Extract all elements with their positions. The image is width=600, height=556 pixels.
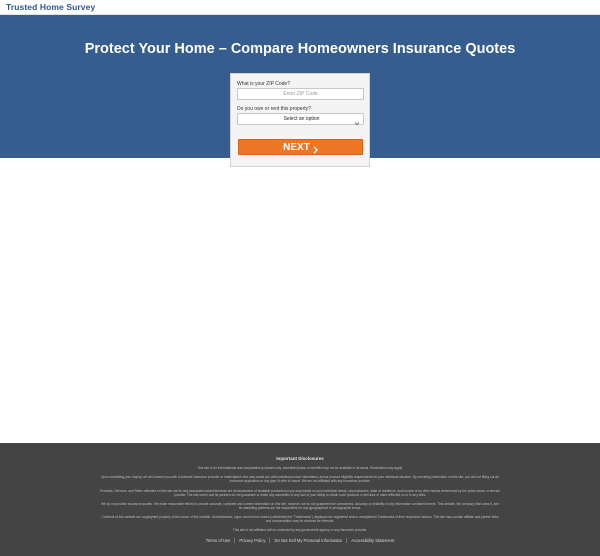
own-or-rent-label: Do you own or rent this property? [237,106,311,112]
zip-code-label: What is your ZIP Code? [237,81,290,87]
chevron-right-icon [313,144,318,159]
footer-links: Terms of Use Privacy Policy Do Not Sell My… [0,538,600,544]
next-button-label: NEXT [283,142,310,153]
chevron-down-icon [354,115,360,126]
page-title: Protect Your Home – Compare Homeowners I… [84,41,516,57]
quote-form: What is your ZIP Code? Do you own or ren… [230,73,370,167]
hero-section: Protect Your Home – Compare Homeowners I… [0,15,600,167]
disclosure-paragraph: We do not provide insurance quotes. We m… [101,502,499,510]
zip-code-input[interactable] [237,88,364,100]
disclosure-paragraph: Products, Services, and Rates reflected … [100,489,500,497]
disclosure-paragraph: Contents of this website are copyrighted… [101,515,499,523]
terms-of-use-link[interactable]: Terms of Use [202,538,235,543]
do-not-sell-link[interactable]: Do Not Sell My Personal Information [270,538,346,543]
own-or-rent-selected-value: Select an option [283,116,320,122]
privacy-policy-link[interactable]: Privacy Policy [235,538,269,543]
footer: Important Disclosures This site is for i… [0,443,600,556]
brand-logo-text[interactable]: Trusted Home Survey [6,2,95,12]
disclosure-paragraph: This site is for informational and compa… [197,466,403,470]
disclosure-paragraph: Upon submitting your inquiry, we will co… [101,475,499,483]
next-button[interactable]: NEXT [238,139,363,155]
own-or-rent-select[interactable]: Select an option [237,113,364,126]
disclosures-heading: Important Disclosures [276,456,324,461]
top-bar: Trusted Home Survey [0,0,600,15]
accessibility-statement-link[interactable]: Accessibility Statement [347,538,398,543]
disclosure-paragraph: This site is not affiliated with or endo… [232,528,368,532]
